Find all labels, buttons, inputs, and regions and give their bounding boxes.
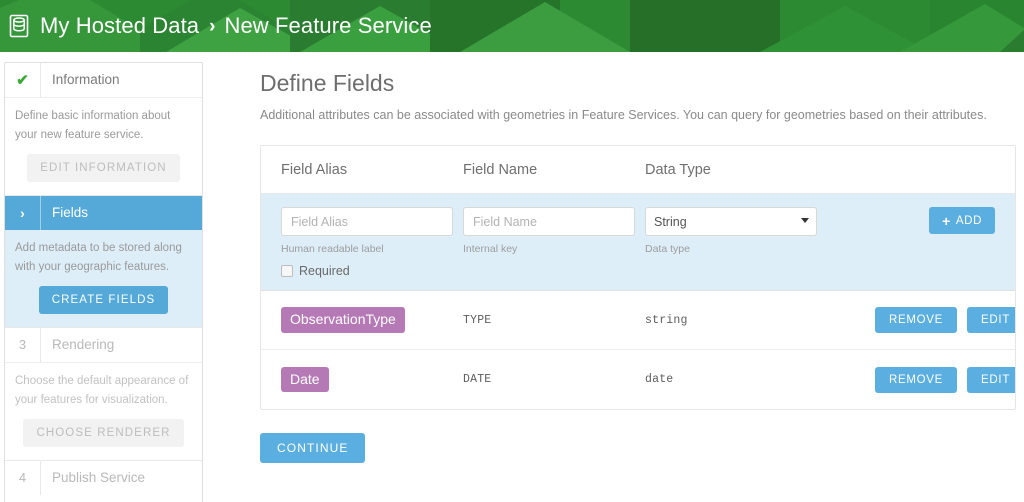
sidebar-step-fields-body: Add metadata to be stored along with you… [5, 229, 202, 327]
row-data-type: date [645, 373, 674, 386]
sidebar-step-information-desc: Define basic information about your new … [15, 110, 171, 141]
new-field-form-row: Human readable label Required Internal k… [261, 194, 1015, 291]
sidebar-step-rendering: 3 Rendering Choose the default appearanc… [5, 327, 202, 461]
create-fields-button[interactable]: CREATE FIELDS [38, 285, 169, 314]
field-alias-badge: Date [281, 366, 329, 393]
plus-icon: + [942, 212, 951, 229]
data-type-hint: Data type [645, 243, 690, 255]
new-field-type-cell: StringIntegerDoubleDateBoolean Data type [645, 207, 875, 278]
new-field-alias-cell: Human readable label Required [281, 207, 463, 278]
column-header-field-name: Field Name [463, 161, 538, 178]
row-actions: REMOVE EDIT [875, 307, 1015, 333]
breadcrumb-current: New Feature Service [224, 13, 432, 38]
row-field-name: TYPE [463, 313, 492, 327]
field-alias-badge: ObservationType [281, 307, 405, 333]
breadcrumb-separator-icon: › [209, 15, 216, 37]
table-row: Date DATE date REMOVE EDIT [261, 350, 1015, 409]
app-header: My Hosted Data › New Feature Service [0, 0, 1024, 52]
remove-field-button[interactable]: REMOVE [875, 307, 958, 333]
row-data-type: string [645, 313, 688, 327]
sidebar-step-publish-label: Publish Service [40, 460, 202, 495]
row-alias-cell: Date [281, 366, 463, 393]
wizard-sidebar: ✔ Information Define basic information a… [4, 62, 203, 502]
sidebar-step-information: ✔ Information Define basic information a… [5, 63, 202, 196]
main-panel: Define Fields Additional attributes can … [258, 52, 1024, 502]
field-name-input[interactable] [463, 207, 635, 236]
column-header-field-alias: Field Alias [281, 161, 348, 178]
step-number-3: 3 [18, 337, 27, 353]
column-header-data-type: Data Type [645, 161, 711, 178]
sidebar-step-rendering-label: Rendering [40, 327, 202, 362]
required-checkbox-row[interactable]: Required [281, 264, 463, 278]
fields-card: Field Alias Field Name Data Type Human r… [260, 145, 1016, 410]
edit-information-button[interactable]: EDIT INFORMATION [27, 153, 180, 182]
add-field-button[interactable]: + ADD [929, 207, 995, 234]
add-field-button-label: ADD [955, 214, 982, 227]
row-actions: REMOVE EDIT [875, 366, 1015, 393]
page-subtitle: Additional attributes can be associated … [260, 108, 987, 122]
field-name-hint: Internal key [463, 243, 518, 255]
sidebar-step-fields-header[interactable]: › Fields [5, 195, 202, 230]
continue-button[interactable]: CONTINUE [260, 433, 366, 463]
sidebar-step-fields: › Fields Add metadata to be stored along… [5, 195, 202, 328]
sidebar-step-fields-label: Fields [40, 195, 202, 230]
choose-renderer-button[interactable]: CHOOSE RENDERER [23, 418, 184, 447]
sidebar-step-information-body: Define basic information about your new … [5, 97, 202, 195]
chevron-right-icon: › [20, 204, 25, 221]
row-field-name: DATE [463, 373, 492, 386]
sidebar-step-publish: 4 Publish Service REVIEW AND PUBLISH [5, 460, 202, 502]
table-row: ObservationType TYPE string REMOVE EDIT [261, 291, 1015, 350]
field-alias-input[interactable] [281, 207, 453, 236]
page-title: Define Fields [260, 70, 395, 96]
row-alias-cell: ObservationType [281, 307, 463, 333]
sidebar-step-rendering-header[interactable]: 3 Rendering [5, 327, 202, 362]
check-icon: ✔ [16, 72, 29, 89]
field-alias-hint: Human readable label [281, 243, 384, 255]
breadcrumb-root[interactable]: My Hosted Data [40, 13, 199, 39]
sidebar-step-rendering-desc: Choose the default appearance of your fe… [15, 374, 189, 406]
new-field-name-cell: Internal key [463, 207, 645, 278]
remove-field-button[interactable]: REMOVE [875, 366, 958, 393]
data-type-select-wrap: StringIntegerDoubleDateBoolean [645, 207, 817, 236]
sidebar-step-information-label: Information [40, 63, 202, 97]
edit-field-button[interactable]: EDIT [967, 307, 1015, 333]
sidebar-step-publish-header[interactable]: 4 Publish Service [5, 460, 202, 495]
database-icon [9, 14, 29, 38]
edit-field-button[interactable]: EDIT [967, 366, 1015, 393]
fields-table-header: Field Alias Field Name Data Type [261, 146, 1015, 194]
required-checkbox[interactable] [281, 265, 293, 277]
data-type-select[interactable]: StringIntegerDoubleDateBoolean [645, 207, 817, 236]
sidebar-step-publish-body: REVIEW AND PUBLISH [5, 495, 202, 502]
step-number-4: 4 [18, 470, 27, 486]
required-label: Required [299, 264, 350, 278]
page-body: ✔ Information Define basic information a… [0, 52, 1024, 502]
field-rows: ObservationType TYPE string REMOVE EDIT Date D… [261, 291, 1015, 409]
sidebar-step-information-header[interactable]: ✔ Information [5, 63, 202, 97]
sidebar-step-rendering-body: Choose the default appearance of your fe… [5, 361, 202, 460]
sidebar-step-fields-desc: Add metadata to be stored along with you… [15, 241, 182, 273]
